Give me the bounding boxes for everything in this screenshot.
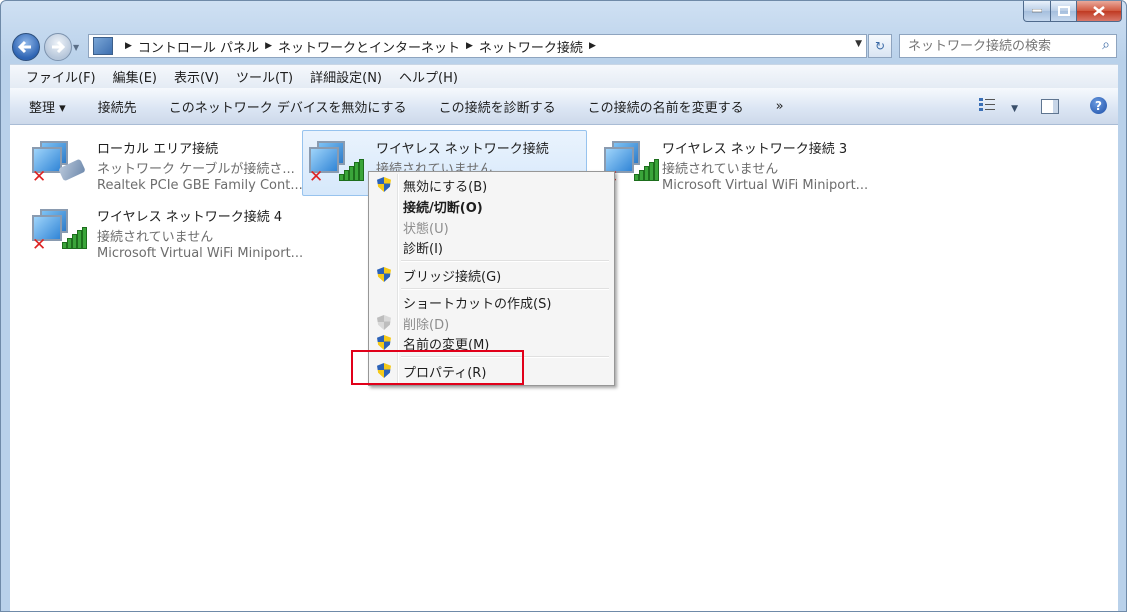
menu-separator: [401, 260, 609, 262]
more-commands-button[interactable]: »: [760, 99, 800, 114]
organize-button[interactable]: 整理 ▾: [10, 97, 82, 116]
maximize-button[interactable]: [1051, 1, 1077, 22]
breadcrumb-separator-icon[interactable]: ▶: [125, 41, 132, 51]
ctx-item-label: 削除(D): [403, 318, 450, 333]
connection-name: ローカル エリア接続: [97, 142, 219, 157]
control-panel-icon: [93, 37, 113, 55]
ctx-item-status: 状態(U): [371, 216, 612, 237]
ctx-item-disable[interactable]: 無効にする(B): [371, 174, 612, 195]
connection-name: ワイヤレス ネットワーク接続: [376, 142, 549, 157]
back-button[interactable]: [12, 33, 40, 61]
change-view-button[interactable]: ▼: [979, 97, 1018, 115]
caption-buttons: [1023, 1, 1122, 22]
ctx-item-label: 無効にする(B): [403, 180, 488, 195]
ctx-item-bridge[interactable]: ブリッジ接続(G): [371, 264, 612, 285]
connection-name: ワイヤレス ネットワーク接続 3: [662, 142, 848, 157]
menu-separator: [401, 288, 609, 290]
menu-file[interactable]: ファイル(F): [19, 67, 103, 86]
back-arrow-icon: [17, 40, 31, 54]
network-adapter-icon: ✕: [32, 209, 87, 257]
breadcrumb-network-internet[interactable]: ネットワークとインターネット: [278, 37, 460, 56]
menu-view[interactable]: 表示(V): [167, 67, 226, 86]
ctx-item-rename[interactable]: 名前の変更(M): [371, 332, 612, 353]
ctx-item-diagnose[interactable]: 診断(I): [371, 236, 612, 257]
breadcrumb-separator-icon[interactable]: ▶: [589, 41, 596, 51]
breadcrumb-control-panel[interactable]: コントロール パネル: [138, 37, 259, 56]
refresh-button[interactable]: ↻: [868, 34, 892, 58]
menu-bar: ファイル(F) 編集(E) 表示(V) ツール(T) 詳細設定(N) ヘルプ(H…: [10, 64, 1118, 88]
ctx-item-create-shortcut[interactable]: ショートカットの作成(S): [371, 291, 612, 312]
navigation-row: ▼ ▶ コントロール パネル ▶ ネットワークとインターネット ▶ ネットワーク…: [1, 30, 1126, 61]
view-dropdown-icon[interactable]: ▼: [1011, 104, 1018, 114]
minimize-icon: [1032, 9, 1042, 13]
breadcrumb-separator-icon[interactable]: ▶: [466, 41, 473, 51]
connect-to-button[interactable]: 接続先: [82, 97, 153, 116]
address-bar[interactable]: ▶ コントロール パネル ▶ ネットワークとインターネット ▶ ネットワーク接続…: [88, 34, 867, 58]
command-bar: 整理 ▾ 接続先 このネットワーク デバイスを無効にする この接続を診断する こ…: [10, 88, 1118, 125]
signal-bars-icon: [62, 227, 88, 249]
close-icon: [1093, 6, 1105, 16]
signal-bars-icon: [634, 159, 660, 181]
disconnected-x-icon: ✕: [309, 167, 324, 187]
view-list-icon: [979, 98, 995, 111]
forward-arrow-icon: [52, 40, 66, 54]
history-dropdown-icon[interactable]: ▼: [73, 43, 79, 52]
ctx-item-delete: 削除(D): [371, 312, 612, 333]
disconnected-x-icon: ✕: [32, 235, 47, 255]
menu-tools[interactable]: ツール(T): [229, 67, 300, 86]
connection-item-wireless-4[interactable]: ✕ ワイヤレス ネットワーク接続 4 接続されていません Microsoft V…: [18, 199, 304, 263]
connection-status: 接続されていません: [97, 230, 214, 245]
ctx-item-label: ショートカットの作成(S): [403, 297, 552, 312]
search-icon[interactable]: ⌕: [1102, 37, 1110, 53]
close-button[interactable]: [1077, 1, 1122, 22]
uac-shield-icon: [377, 267, 391, 282]
ctx-item-connect[interactable]: 接続/切断(O): [371, 195, 612, 216]
refresh-icon: ↻: [874, 39, 886, 53]
diagnose-connection-button[interactable]: この接続を診断する: [423, 97, 572, 116]
preview-pane-button[interactable]: [1041, 99, 1059, 114]
breadcrumb-separator-icon[interactable]: ▶: [265, 41, 272, 51]
menu-advanced[interactable]: 詳細設定(N): [303, 67, 389, 86]
menu-help[interactable]: ヘルプ(H): [392, 67, 465, 86]
help-icon[interactable]: ?: [1090, 97, 1107, 114]
breadcrumb-network-connections[interactable]: ネットワーク接続: [479, 37, 583, 56]
rename-connection-button[interactable]: この接続の名前を変更する: [572, 97, 760, 116]
maximize-icon: [1057, 6, 1070, 16]
ctx-item-label: ブリッジ接続(G): [403, 270, 502, 285]
uac-shield-icon: [377, 177, 391, 192]
ctx-item-label: 接続/切断(O): [403, 201, 483, 216]
menu-edit[interactable]: 編集(E): [106, 67, 164, 86]
connection-item-local-area[interactable]: ✕ ローカル エリア接続 ネットワーク ケーブルが接続さ... Realtek …: [18, 131, 303, 195]
connection-device: Realtek PCIe GBE Family Cont...: [97, 178, 303, 193]
disconnected-x-icon: ✕: [32, 167, 47, 187]
network-adapter-icon: ✕: [32, 141, 86, 189]
ctx-item-label: 状態(U): [403, 222, 449, 237]
address-dropdown-icon[interactable]: ▼: [855, 39, 862, 49]
uac-shield-icon: [377, 315, 391, 330]
uac-shield-icon: [377, 335, 391, 350]
connection-status: 接続されていません: [662, 162, 779, 177]
connection-status: ネットワーク ケーブルが接続さ...: [97, 162, 295, 177]
forward-button[interactable]: [44, 33, 72, 61]
network-adapter-icon: ✕: [309, 141, 364, 189]
connection-item-wireless-3[interactable]: ✕ ワイヤレス ネットワーク接続 3 接続されていません Microsoft V…: [590, 131, 873, 195]
connection-name: ワイヤレス ネットワーク接続 4: [97, 210, 283, 225]
search-box[interactable]: ⌕: [899, 34, 1117, 58]
connection-device: Microsoft Virtual WiFi Miniport...: [662, 178, 869, 193]
properties-highlight-box: [351, 350, 524, 385]
connection-device: Microsoft Virtual WiFi Miniport...: [97, 246, 304, 261]
disable-device-button[interactable]: このネットワーク デバイスを無効にする: [153, 97, 423, 116]
minimize-button[interactable]: [1023, 1, 1051, 22]
search-input[interactable]: [906, 37, 1090, 55]
signal-bars-icon: [339, 159, 365, 181]
ctx-item-label: 診断(I): [403, 242, 443, 257]
